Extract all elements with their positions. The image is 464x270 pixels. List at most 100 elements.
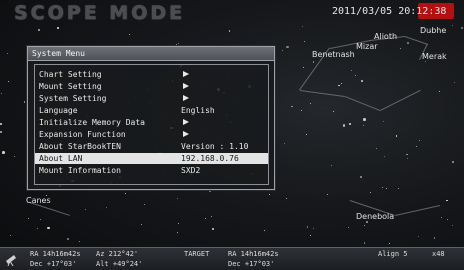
target-dec: Dec +17°03' — [228, 260, 275, 268]
star-dot — [291, 105, 293, 108]
star-dot — [27, 218, 29, 220]
star-dot — [78, 240, 81, 243]
system-menu: System Menu Chart Setting Mount Setting … — [27, 46, 275, 190]
star-dot — [176, 232, 178, 234]
star-dot — [286, 45, 289, 49]
star-dot — [438, 90, 440, 92]
star-dot — [303, 40, 305, 42]
star-dot — [212, 228, 214, 230]
menu-item-chart-setting[interactable]: Chart Setting — [35, 69, 268, 80]
star-dot — [67, 237, 69, 240]
target-ra: RA 14h16m42s — [228, 250, 279, 258]
star-dot — [282, 50, 284, 52]
star-dot — [363, 118, 366, 121]
star-dot — [354, 74, 356, 76]
star-dot — [177, 197, 179, 199]
menu-item-language[interactable]: Language English — [35, 105, 268, 116]
star-dot — [360, 176, 362, 179]
target-label: TARGET — [184, 250, 210, 258]
star-dot — [205, 218, 207, 220]
constellation-line — [395, 205, 441, 216]
constellation-label: Canes — [26, 196, 51, 205]
star-dot — [302, 25, 304, 27]
star-dot — [23, 101, 26, 103]
star-dot — [264, 229, 266, 231]
star-dot — [381, 187, 383, 189]
menu-item-initialize-memory[interactable]: Initialize Memory Data — [35, 117, 268, 128]
star-dot — [406, 153, 408, 156]
star-dot — [141, 223, 143, 225]
scope-az: Az 212°42' — [96, 250, 139, 258]
arrow-right-icon — [183, 71, 189, 77]
star-dot — [57, 27, 60, 29]
star-dot — [340, 82, 342, 84]
menu-item-expansion-function[interactable]: Expansion Function — [35, 129, 268, 140]
star-dot — [399, 47, 401, 49]
menu-item-about-starbook[interactable]: About StarBookTEN Version : 1.10 — [35, 141, 268, 152]
star-dot — [178, 223, 180, 225]
star-dot — [209, 190, 212, 193]
star-dot — [452, 160, 454, 163]
star-dot — [124, 192, 127, 195]
star-dot — [309, 235, 311, 237]
star-dot — [37, 28, 41, 32]
star-dot — [327, 193, 329, 195]
star-dot — [363, 225, 365, 227]
star-dot — [383, 120, 385, 122]
star-dot — [385, 188, 387, 190]
star-dot — [302, 66, 304, 68]
menu-item-value: SXD2 — [181, 166, 201, 175]
star-dot — [351, 69, 353, 71]
star-dot — [331, 164, 333, 166]
star-dot — [13, 156, 15, 158]
star-label: Mizar — [356, 42, 378, 51]
star-dot — [228, 30, 231, 33]
star-dot — [310, 102, 312, 104]
star-dot — [286, 197, 288, 199]
menu-item-label: Expansion Function — [39, 130, 126, 139]
star-dot — [8, 81, 10, 83]
datetime-display: 2011/03/05 20:12:38 — [332, 6, 447, 17]
star-dot — [440, 217, 442, 219]
menu-item-mount-information[interactable]: Mount Information SXD2 — [35, 165, 268, 176]
star-dot — [418, 236, 420, 238]
arrow-right-icon — [183, 119, 189, 125]
align-count: Align 5 — [378, 250, 408, 258]
scope-ra: RA 14h16m42s — [30, 250, 81, 258]
star-dot — [333, 111, 335, 113]
star-dot — [84, 208, 86, 210]
star-dot — [106, 206, 108, 208]
menu-item-label: Mount Information — [39, 166, 121, 175]
star-dot — [177, 43, 179, 45]
mode-title: SCOPE MODE — [14, 2, 186, 24]
star-dot — [397, 188, 399, 190]
star-dot — [366, 221, 369, 223]
star-dot — [446, 218, 448, 220]
star-label: Benetnash — [312, 50, 355, 59]
star-dot — [418, 140, 420, 142]
menu-list: Chart Setting Mount Setting System Setti… — [34, 64, 269, 185]
star-dot — [175, 43, 177, 45]
star-dot — [388, 242, 391, 245]
telescope-screen: SCOPE MODE 2011/03/05 20:12:38 Dubhe Mer… — [0, 0, 464, 270]
menu-item-label: Mount Setting — [39, 82, 102, 91]
star-dot — [0, 131, 2, 133]
menu-item-value: 192.168.0.76 — [181, 154, 239, 163]
star-dot — [348, 227, 350, 229]
star-dot — [342, 124, 346, 127]
star-dot — [338, 84, 340, 87]
star-dot — [416, 145, 418, 147]
constellation-line — [344, 96, 380, 111]
star-dot — [269, 193, 271, 195]
telescope-icon — [6, 255, 16, 266]
star-dot — [305, 133, 307, 135]
star-dot — [0, 123, 2, 125]
star-dot — [376, 147, 378, 149]
constellation-line — [380, 90, 421, 111]
menu-item-mount-setting[interactable]: Mount Setting — [35, 81, 268, 92]
star-dot — [306, 226, 309, 228]
star-dot — [39, 219, 41, 221]
menu-item-system-setting[interactable]: System Setting — [35, 93, 268, 104]
menu-item-about-lan[interactable]: About LAN 192.168.0.76 — [35, 153, 268, 164]
star-dot — [9, 235, 11, 237]
